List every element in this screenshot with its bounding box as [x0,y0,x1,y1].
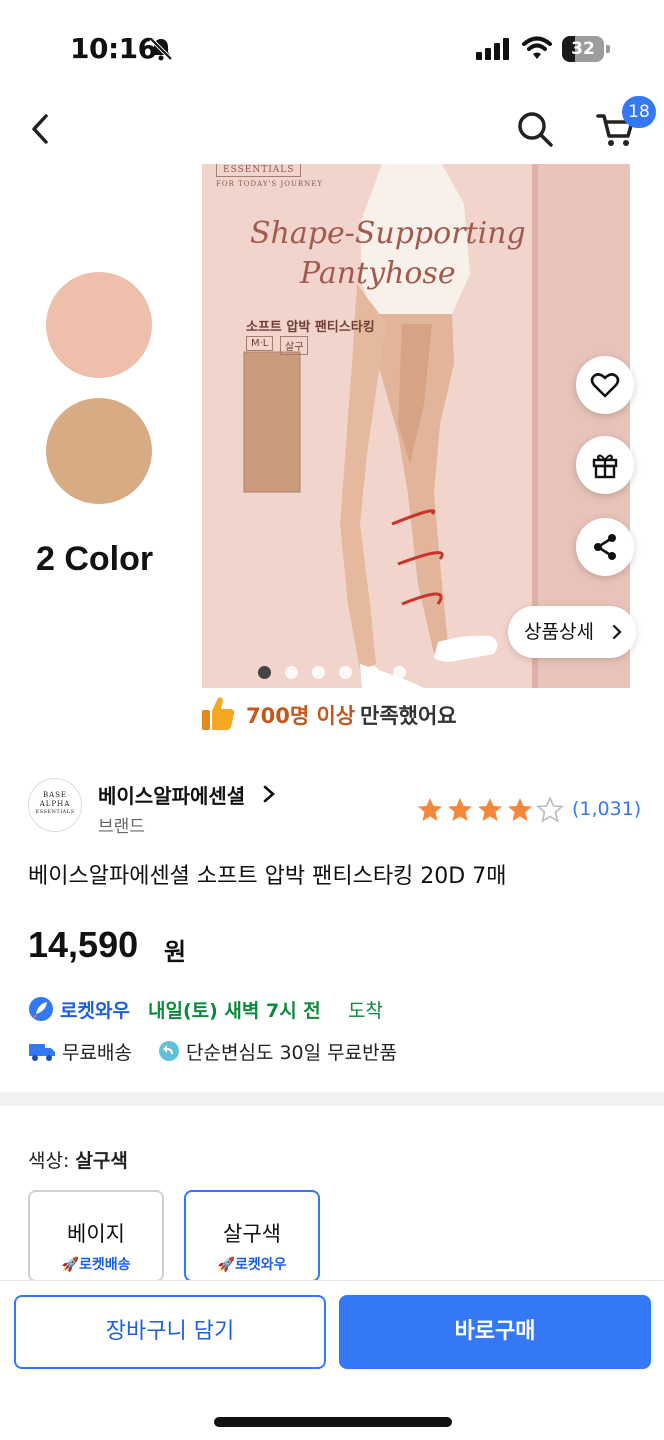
star-filled-icon [478,798,502,821]
wishlist-button[interactable] [576,356,634,414]
gift-button[interactable] [576,436,634,494]
package-korean-line: 소프트 압박 팬티스타킹 [246,320,375,335]
package-sub-line: FOR TODAY'S JOURNEY [216,180,324,188]
search-icon[interactable] [514,108,556,150]
product-detail-button[interactable]: 상품상세 [508,606,636,658]
option-label: 색상: 살구색 [28,1146,128,1173]
bell-slash-icon [149,37,173,61]
pagination-dot[interactable] [285,666,298,679]
option-name: 살구색 [223,1222,281,1246]
package-title-line-1: Shape-Supporting [250,216,526,251]
star-filled-icon [508,798,532,821]
star-empty-icon [536,796,564,823]
option-card-apricot[interactable]: 살구색 🚀로켓와우 [184,1190,320,1282]
bottom-action-bar: 장바구니 담기 바로구매 [0,1280,664,1440]
color-count-label: 2 Color [36,540,154,578]
package-shade: 살구 [280,336,309,355]
star-filled-icon [418,798,442,821]
option-card-beige[interactable]: 베이지 🚀로켓배송 [28,1190,164,1282]
section-divider [0,1092,664,1106]
heart-icon [590,373,620,398]
truck-icon [29,1044,55,1061]
product-hero: 2 Color ESSENTIALS FOR TODAY'S JOURNEY S… [0,164,664,690]
chevron-right-icon[interactable] [262,784,276,804]
delivery-suffix: 도착 [348,1000,383,1022]
pagination-dot[interactable] [366,666,379,679]
pagination-dot[interactable] [312,666,325,679]
brand-logo-line-1: BASE [42,791,68,799]
home-indicator[interactable] [214,1417,452,1427]
product-title: 베이스알파에센셜 소프트 압박 팬티스타킹 20D 7매 [28,864,507,889]
shipping-info: 무료배송 단순변심도 30일 무료반품 [28,1038,648,1066]
package-size: M·L [246,336,274,351]
star-filled-icon [448,798,472,821]
option-name: 베이지 [67,1222,125,1246]
delivery-info: 로켓와우 내일(토) 새벽 7시 전 도착 [28,996,648,1024]
battery-icon: 32 [562,36,610,62]
brand-name-link[interactable]: 베이스알파에센셜 [98,780,245,809]
rocket-icon [29,997,53,1021]
option-selected-value: 살구색 [75,1150,128,1172]
option-tag-text: 로켓와우 [234,1257,287,1273]
color-swatch-apricot [46,272,152,378]
return-icon [159,1041,179,1061]
status-time: 10:16 [70,32,157,65]
rating-stars[interactable] [416,796,566,824]
review-count-link[interactable]: (1,031) [572,798,641,820]
option-tag: 🚀로켓와우 [217,1257,287,1273]
wifi-icon [522,36,552,59]
satisfaction-banner: 700명 이상 만족했어요 [200,694,500,734]
option-label-prefix: 색상: [28,1150,76,1172]
buy-now-button[interactable]: 바로구매 [339,1295,651,1369]
return-policy-label: 단순변심도 30일 무료반품 [186,1042,398,1064]
price-value: 14,590 [28,924,139,965]
add-to-cart-button[interactable]: 장바구니 담기 [14,1295,326,1369]
pagination-dot[interactable] [258,666,271,679]
brand-logo[interactable]: BASE ALPHA ESSENTIALS [28,778,82,832]
satisfaction-count: 700명 이상 [246,704,356,728]
pagination-dot[interactable] [393,666,406,679]
package-title-line-2: Pantyhose [300,256,456,291]
pagination-dot[interactable] [339,666,352,679]
status-bar: 10:16 32 [0,0,664,92]
gift-icon [592,454,618,479]
brand-logo-line-3: ESSENTIALS [35,809,75,815]
share-icon [594,534,616,560]
battery-level: 32 [571,39,595,59]
delivery-date: 내일(토) 새벽 7시 전 [148,1000,321,1022]
price-unit: 원 [164,938,187,966]
brand-logo-line-2: ALPHA [39,800,71,808]
cart-count-badge: 18 [622,96,656,128]
chevron-left-icon[interactable] [22,108,62,150]
option-tag-text: 로켓배송 [78,1257,131,1273]
option-tag: 🚀로켓배송 [61,1257,131,1273]
chevron-right-icon [612,624,622,640]
share-button[interactable] [576,518,634,576]
signal-icon [476,38,509,60]
brand-sub-label: 브랜드 [98,817,145,837]
thumbs-up-icon [202,697,235,730]
satisfaction-text: 만족했어요 [360,704,457,728]
shipping-label: 무료배송 [62,1042,132,1064]
package-brand-line: ESSENTIALS [216,164,302,177]
rocket-label: 로켓와우 [60,1000,130,1022]
product-detail-label: 상품상세 [524,621,594,643]
color-swatch-beige [46,398,152,504]
